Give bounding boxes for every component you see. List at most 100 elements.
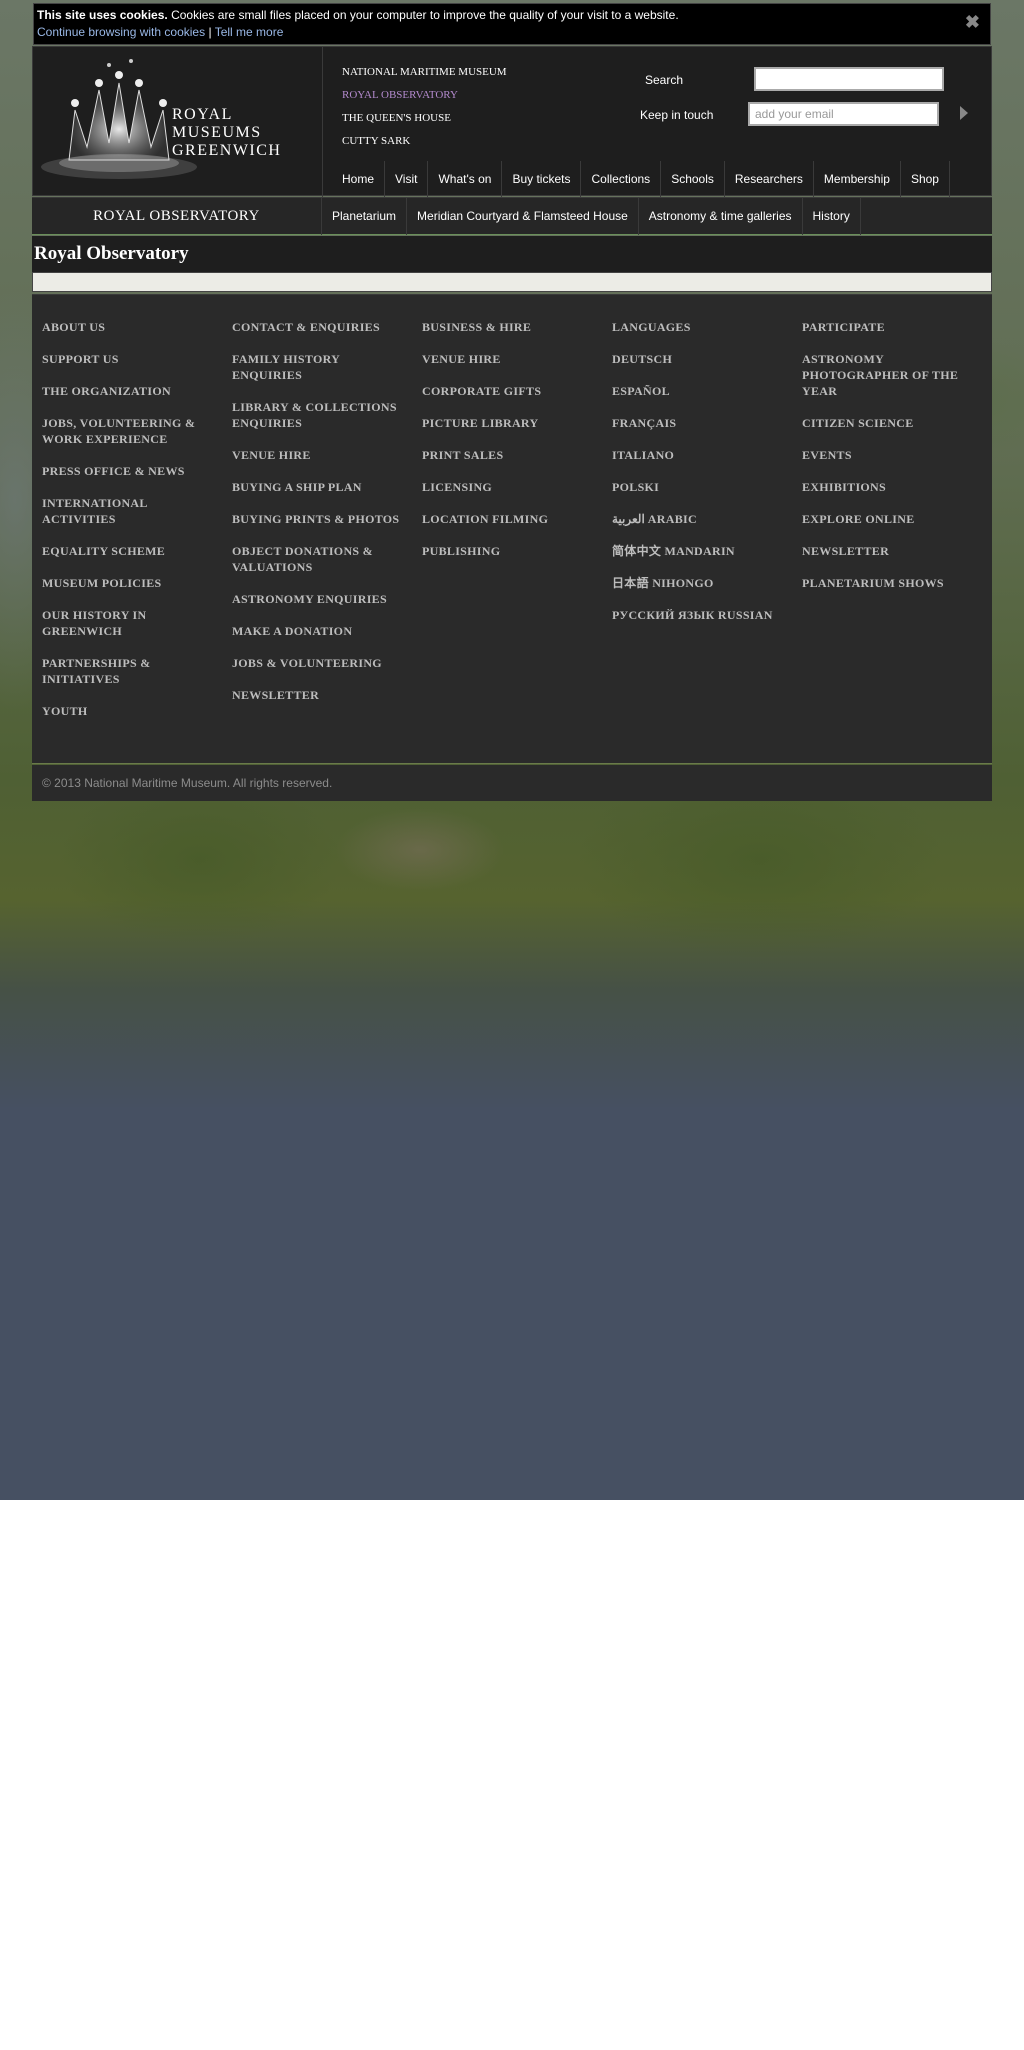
logo-text: ROYAL MUSEUMS GREENWICH: [172, 106, 281, 160]
footer-link[interactable]: VENUE HIRE: [232, 447, 412, 463]
submit-arrow-icon[interactable]: [960, 106, 968, 120]
nav-visit[interactable]: Visit: [385, 161, 429, 197]
footer-link[interactable]: FRANÇAIS: [612, 415, 792, 431]
footer-link[interactable]: CORPORATE GIFTS: [422, 383, 602, 399]
subnav-history[interactable]: History: [803, 198, 861, 235]
footer-link[interactable]: INTERNATIONAL ACTIVITIES: [42, 495, 222, 527]
footer-column-participate: PARTICIPATE ASTRONOMY PHOTOGRAPHER OF TH…: [802, 319, 982, 607]
site-link-queens-house[interactable]: THE QUEEN'S HOUSE: [342, 107, 507, 130]
footer-link[interactable]: LICENSING: [422, 479, 602, 495]
footer-link[interactable]: OUR HISTORY IN GREENWICH: [42, 607, 222, 639]
footer-link[interactable]: EXHIBITIONS: [802, 479, 982, 495]
logo-line-1: ROYAL: [172, 106, 233, 123]
footer-link[interactable]: РУССКИЙ ЯЗЫК RUSSIAN: [612, 607, 792, 623]
site-link-cutty-sark[interactable]: CUTTY SARK: [342, 130, 507, 153]
search-input[interactable]: [754, 67, 944, 91]
nav-schools[interactable]: Schools: [661, 161, 725, 197]
nav-home[interactable]: Home: [332, 161, 386, 197]
subnav-astronomy-time-galleries[interactable]: Astronomy & time galleries: [639, 198, 803, 235]
nav-shop[interactable]: Shop: [901, 161, 950, 197]
footer-link[interactable]: YOUTH: [42, 703, 222, 719]
site-link-royal-observatory[interactable]: ROYAL OBSERVATORY: [342, 84, 507, 107]
logo-line-3: GREENWICH: [172, 142, 282, 159]
footer-link[interactable]: BUSINESS & HIRE: [422, 319, 602, 335]
continue-with-cookies-link[interactable]: Continue browsing with cookies: [37, 25, 205, 39]
footer-link[interactable]: LANGUAGES: [612, 319, 792, 335]
footer-link[interactable]: ITALIANO: [612, 447, 792, 463]
footer-link[interactable]: PICTURE LIBRARY: [422, 415, 602, 431]
cookie-actions: Continue browsing with cookies | Tell me…: [37, 25, 987, 39]
keep-in-touch-label: Keep in touch: [640, 108, 714, 122]
footer-link[interactable]: ABOUT US: [42, 319, 222, 335]
subnav-meridian-courtyard[interactable]: Meridian Courtyard & Flamsteed House: [407, 198, 639, 235]
footer-link[interactable]: NEWSLETTER: [232, 687, 412, 703]
page-blank-area: [0, 1500, 1024, 2050]
footer-link[interactable]: PUBLISHING: [422, 543, 602, 559]
footer-link[interactable]: LIBRARY & COLLECTIONS ENQUIRIES: [232, 399, 412, 431]
footer-link[interactable]: NEWSLETTER: [802, 543, 982, 559]
search-label: Search: [645, 73, 684, 87]
footer-link[interactable]: LOCATION FILMING: [422, 511, 602, 527]
footer-link[interactable]: EXPLORE ONLINE: [802, 511, 982, 527]
email-field[interactable]: add your email: [748, 102, 939, 126]
footer-column-business: BUSINESS & HIRE VENUE HIRE CORPORATE GIF…: [422, 319, 602, 575]
footer-link[interactable]: PRESS OFFICE & NEWS: [42, 463, 222, 479]
nav-membership[interactable]: Membership: [814, 161, 901, 197]
footer-link[interactable]: DEUTSCH: [612, 351, 792, 367]
footer-link[interactable]: SUPPORT US: [42, 351, 222, 367]
copyright-bar: © 2013 National Maritime Museum. All rig…: [32, 765, 992, 801]
footer-link[interactable]: CONTACT & ENQUIRIES: [232, 319, 412, 335]
footer-link[interactable]: 简体中文 MANDARIN: [612, 543, 792, 559]
cookie-message: This site uses cookies. Cookies are smal…: [37, 8, 987, 22]
footer-link[interactable]: ESPAÑOL: [612, 383, 792, 399]
footer-link[interactable]: FAMILY HISTORY ENQUIRIES: [232, 351, 412, 383]
footer-link[interactable]: THE ORGANIZATION: [42, 383, 222, 399]
footer-link[interactable]: BUYING A SHIP PLAN: [232, 479, 412, 495]
footer-link[interactable]: العربية ARABIC: [612, 511, 792, 527]
footer-link[interactable]: 日本語 NIHONGO: [612, 575, 792, 591]
main-nav: Home Visit What's on Buy tickets Collect…: [332, 161, 950, 197]
logo-line-2: MUSEUMS: [172, 124, 262, 141]
footer-link[interactable]: BUYING PRINTS & PHOTOS: [232, 511, 412, 527]
footer-link[interactable]: CITIZEN SCIENCE: [802, 415, 982, 431]
footer-links: ABOUT US SUPPORT US THE ORGANIZATION JOB…: [32, 294, 992, 764]
section-links: Planetarium Meridian Courtyard & Flamste…: [322, 198, 861, 235]
content-bar: [32, 272, 992, 292]
copyright-text: © 2013 National Maritime Museum. All rig…: [42, 776, 333, 790]
logo[interactable]: ROYAL MUSEUMS GREENWICH: [33, 47, 323, 197]
footer-link[interactable]: PARTNERSHIPS & INITIATIVES: [42, 655, 222, 687]
footer-link[interactable]: EQUALITY SCHEME: [42, 543, 222, 559]
tell-me-more-link[interactable]: Tell me more: [215, 25, 284, 39]
footer-link[interactable]: JOBS, VOLUNTEERING & WORK EXPERIENCE: [42, 415, 222, 447]
footer-link[interactable]: EVENTS: [802, 447, 982, 463]
footer-link[interactable]: ASTRONOMY ENQUIRIES: [232, 591, 412, 607]
footer-link[interactable]: ASTRONOMY PHOTOGRAPHER OF THE YEAR: [802, 351, 982, 399]
cookie-separator: |: [208, 25, 212, 39]
cookie-bold: This site uses cookies.: [37, 8, 168, 22]
nav-buy-tickets[interactable]: Buy tickets: [502, 161, 582, 197]
footer-link[interactable]: VENUE HIRE: [422, 351, 602, 367]
nav-researchers[interactable]: Researchers: [725, 161, 814, 197]
footer-link[interactable]: PLANETARIUM SHOWS: [802, 575, 982, 591]
page-header: Royal Observatory: [32, 236, 992, 292]
footer-link[interactable]: MAKE A DONATION: [232, 623, 412, 639]
page-title: Royal Observatory: [34, 243, 189, 264]
footer-column-languages: LANGUAGES DEUTSCH ESPAÑOL FRANÇAIS ITALI…: [612, 319, 792, 639]
cookie-banner: This site uses cookies. Cookies are smal…: [33, 3, 991, 45]
footer-link[interactable]: PARTICIPATE: [802, 319, 982, 335]
site-links: NATIONAL MARITIME MUSEUM ROYAL OBSERVATO…: [342, 61, 507, 153]
cookie-text: Cookies are small files placed on your c…: [171, 8, 679, 22]
nav-whats-on[interactable]: What's on: [428, 161, 503, 197]
footer-link[interactable]: MUSEUM POLICIES: [42, 575, 222, 591]
site-link-nmm[interactable]: NATIONAL MARITIME MUSEUM: [342, 61, 507, 84]
footer-link[interactable]: OBJECT DONATIONS & VALUATIONS: [232, 543, 412, 575]
close-icon[interactable]: ✖: [965, 12, 980, 33]
section-title[interactable]: ROYAL OBSERVATORY: [32, 198, 322, 235]
footer-column-about: ABOUT US SUPPORT US THE ORGANIZATION JOB…: [42, 319, 222, 735]
footer-link[interactable]: PRINT SALES: [422, 447, 602, 463]
footer-link[interactable]: JOBS & VOLUNTEERING: [232, 655, 412, 671]
footer-column-contact: CONTACT & ENQUIRIES FAMILY HISTORY ENQUI…: [232, 319, 412, 719]
subnav-planetarium[interactable]: Planetarium: [322, 198, 408, 235]
nav-collections[interactable]: Collections: [581, 161, 662, 197]
footer-link[interactable]: POLSKI: [612, 479, 792, 495]
